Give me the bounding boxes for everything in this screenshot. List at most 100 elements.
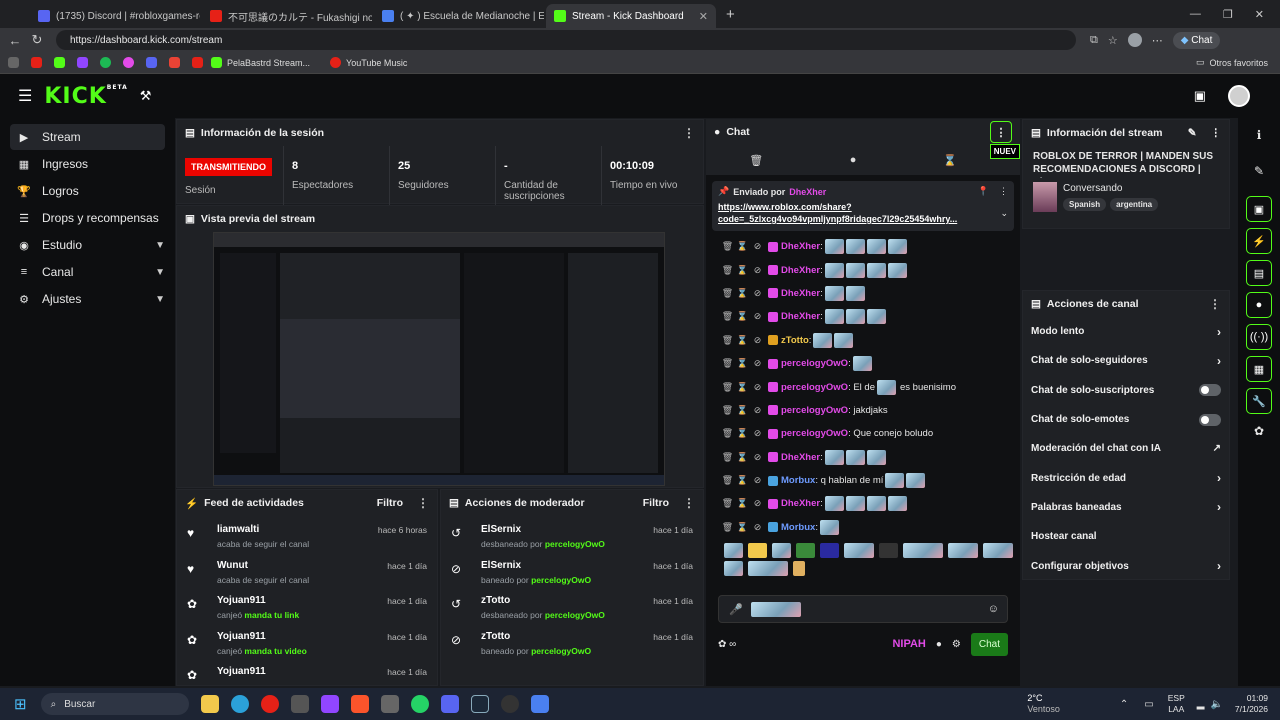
filter-button[interactable]: Filtro xyxy=(377,497,403,509)
moderator-name[interactable]: percelogyOwO xyxy=(545,610,605,620)
unpin-icon[interactable]: 📍 xyxy=(978,186,989,197)
chat-message[interactable]: 🗑 ⌛ ⊘ percelogyOwO : jakdjaks xyxy=(706,399,1020,422)
kick-bookmark-icon[interactable] xyxy=(54,57,65,68)
chat-username[interactable]: Morbux xyxy=(781,522,815,533)
chat-username[interactable]: percelogyOwO xyxy=(781,382,848,393)
delete-message-icon[interactable]: 🗑 xyxy=(720,405,735,416)
chat-username[interactable]: zTotto xyxy=(781,335,809,346)
emote[interactable] xyxy=(845,449,865,465)
emote[interactable] xyxy=(824,449,844,465)
youtube-bookmark-icon[interactable] xyxy=(192,57,203,68)
discord-icon[interactable] xyxy=(440,695,459,713)
chat-username[interactable]: percelogyOwO xyxy=(781,405,848,416)
chat-message[interactable]: 🗑 ⌛ ⊘ Morbux : xyxy=(706,516,1020,539)
delete-message-icon[interactable]: 🗑 xyxy=(720,522,735,533)
channel-action-item[interactable]: Hostear canal xyxy=(1023,522,1229,551)
emote[interactable] xyxy=(824,285,844,301)
delete-message-icon[interactable]: 🗑 xyxy=(720,428,735,439)
emote[interactable] xyxy=(887,496,907,512)
moderator-name[interactable]: percelogyOwO xyxy=(545,539,605,549)
chat-more-button[interactable]: ⋮ xyxy=(990,121,1012,143)
rail-button-tools[interactable]: 🔧 xyxy=(1246,388,1272,414)
chat-message[interactable]: 🗑 ⌛ ⊘ DheXher : xyxy=(706,492,1020,515)
points-icon[interactable]: ✿ xyxy=(1238,424,1280,438)
chat-message[interactable]: 🗑 ⌛ ⊘ Morbux : q hablan de mí xyxy=(706,469,1020,492)
rail-button-camera[interactable]: ▣ xyxy=(1246,196,1272,222)
delete-message-icon[interactable]: 🗑 xyxy=(720,241,735,252)
more-options-icon[interactable]: ⋮ xyxy=(1211,127,1222,139)
chat-message[interactable]: 🗑 ⌛ ⊘ DheXher : xyxy=(706,235,1020,258)
other-bookmarks[interactable]: ▭ Otros favoritos xyxy=(1196,57,1268,68)
more-options-icon[interactable]: ⋮ xyxy=(683,126,695,140)
chat-settings-icon[interactable]: ● xyxy=(936,639,942,650)
hamburger-menu-icon[interactable]: ☰ xyxy=(18,86,32,106)
emote[interactable] xyxy=(983,543,1013,558)
timeout-icon[interactable]: ⌛ xyxy=(735,522,750,533)
emote[interactable] xyxy=(845,285,865,301)
emote[interactable] xyxy=(724,561,743,576)
tray-chevron-icon[interactable]: ⌃ xyxy=(1120,699,1128,710)
timeout-icon[interactable]: ⌛ xyxy=(735,475,750,486)
sidebar-item-ajustes[interactable]: ⚙ Ajustes ▼ xyxy=(10,286,165,312)
favorites-icon[interactable]: ☆ xyxy=(1108,34,1118,47)
chat-message[interactable]: 🗑 ⌛ ⊘ DheXher : xyxy=(706,258,1020,281)
channel-action-item[interactable]: Configurar objetivos › xyxy=(1023,551,1229,580)
timeout-icon[interactable]: ⌛ xyxy=(735,358,750,369)
delete-message-icon[interactable]: 🗑 xyxy=(720,358,735,369)
emote[interactable] xyxy=(820,543,839,558)
bookmark-icon[interactable] xyxy=(8,57,19,68)
toggle-switch[interactable] xyxy=(1199,384,1221,397)
bookmark-youtube-music[interactable]: YouTube Music xyxy=(330,57,407,68)
chat-username[interactable]: DheXher xyxy=(781,241,820,252)
bookmark-pelabastrd[interactable]: PelaBastrd Stream... xyxy=(211,57,310,68)
pinned-user[interactable]: DheXher xyxy=(789,187,826,197)
more-options-icon[interactable]: ⋮ xyxy=(417,496,429,510)
spotify-bookmark-icon[interactable] xyxy=(100,57,111,68)
emote[interactable] xyxy=(724,543,743,558)
tray-icon[interactable]: ▭ xyxy=(1144,699,1153,710)
channel-action-item[interactable]: Moderación del chat con IA ↗ xyxy=(1023,434,1229,463)
emote[interactable] xyxy=(903,543,943,558)
activity-item[interactable]: ♥ Wunut acaba de seguir el canal hace 1 … xyxy=(177,552,437,588)
emote[interactable] xyxy=(885,473,905,489)
sidebar-item-logros[interactable]: 🏆 Logros xyxy=(10,178,165,204)
channel-action-item[interactable]: Restricción de edad › xyxy=(1023,463,1229,492)
emote[interactable] xyxy=(824,496,844,512)
copilot-chat-button[interactable]: ◆ Chat xyxy=(1172,31,1221,49)
timeout-icon[interactable]: ⌛ xyxy=(735,265,750,276)
close-tab-icon[interactable]: ✕ xyxy=(695,10,708,23)
mod-action-item[interactable]: ⊘ ElSernix baneado por percelogyOwO hace… xyxy=(441,552,703,588)
delete-message-icon[interactable]: 🗑 xyxy=(720,498,735,509)
new-tab-icon[interactable]: + xyxy=(726,6,735,23)
ban-icon[interactable]: ⊘ xyxy=(750,241,765,252)
bookmark-icon[interactable] xyxy=(123,57,134,68)
delete-message-icon[interactable]: 🗑 xyxy=(720,452,735,463)
emote[interactable] xyxy=(748,543,767,558)
filter-button[interactable]: Filtro xyxy=(643,497,669,509)
timeout-icon[interactable]: ⌛ xyxy=(735,452,750,463)
chat-username[interactable]: DheXher xyxy=(781,452,820,463)
store-icon[interactable] xyxy=(380,695,399,713)
delete-message-icon[interactable]: 🗑 xyxy=(720,335,735,346)
chat-username[interactable]: DheXher xyxy=(781,288,820,299)
emote[interactable] xyxy=(866,496,886,512)
hammer-icon[interactable]: ⚒ xyxy=(140,88,152,104)
ban-icon[interactable]: ⊘ xyxy=(750,405,765,416)
toggle-switch[interactable] xyxy=(1199,413,1221,426)
rail-button-bolt[interactable]: ⚡ xyxy=(1246,228,1272,254)
channel-action-item[interactable]: Chat de solo-emotes xyxy=(1023,405,1229,434)
more-icon[interactable]: ⋯ xyxy=(1152,34,1163,47)
hourglass-icon[interactable]: ⌛ xyxy=(943,154,957,167)
taskbar-search[interactable]: ⌕ Buscar xyxy=(40,693,189,715)
delete-message-icon[interactable]: 🗑 xyxy=(720,265,735,276)
activity-item[interactable]: ✿ Yojuan911 canjeó manda tu link hace 1 … xyxy=(177,587,437,623)
emote[interactable] xyxy=(948,543,978,558)
timeout-icon[interactable]: ⌛ xyxy=(735,241,750,252)
emote[interactable] xyxy=(793,561,805,576)
emote[interactable] xyxy=(866,239,886,255)
more-options-icon[interactable]: ⋮ xyxy=(1209,297,1221,311)
volume-icon[interactable]: 🔈 xyxy=(1210,699,1222,710)
chat-username[interactable]: DheXher xyxy=(781,498,820,509)
channel-action-item[interactable]: Palabras baneadas › xyxy=(1023,493,1229,522)
ban-icon[interactable]: ⊘ xyxy=(750,382,765,393)
